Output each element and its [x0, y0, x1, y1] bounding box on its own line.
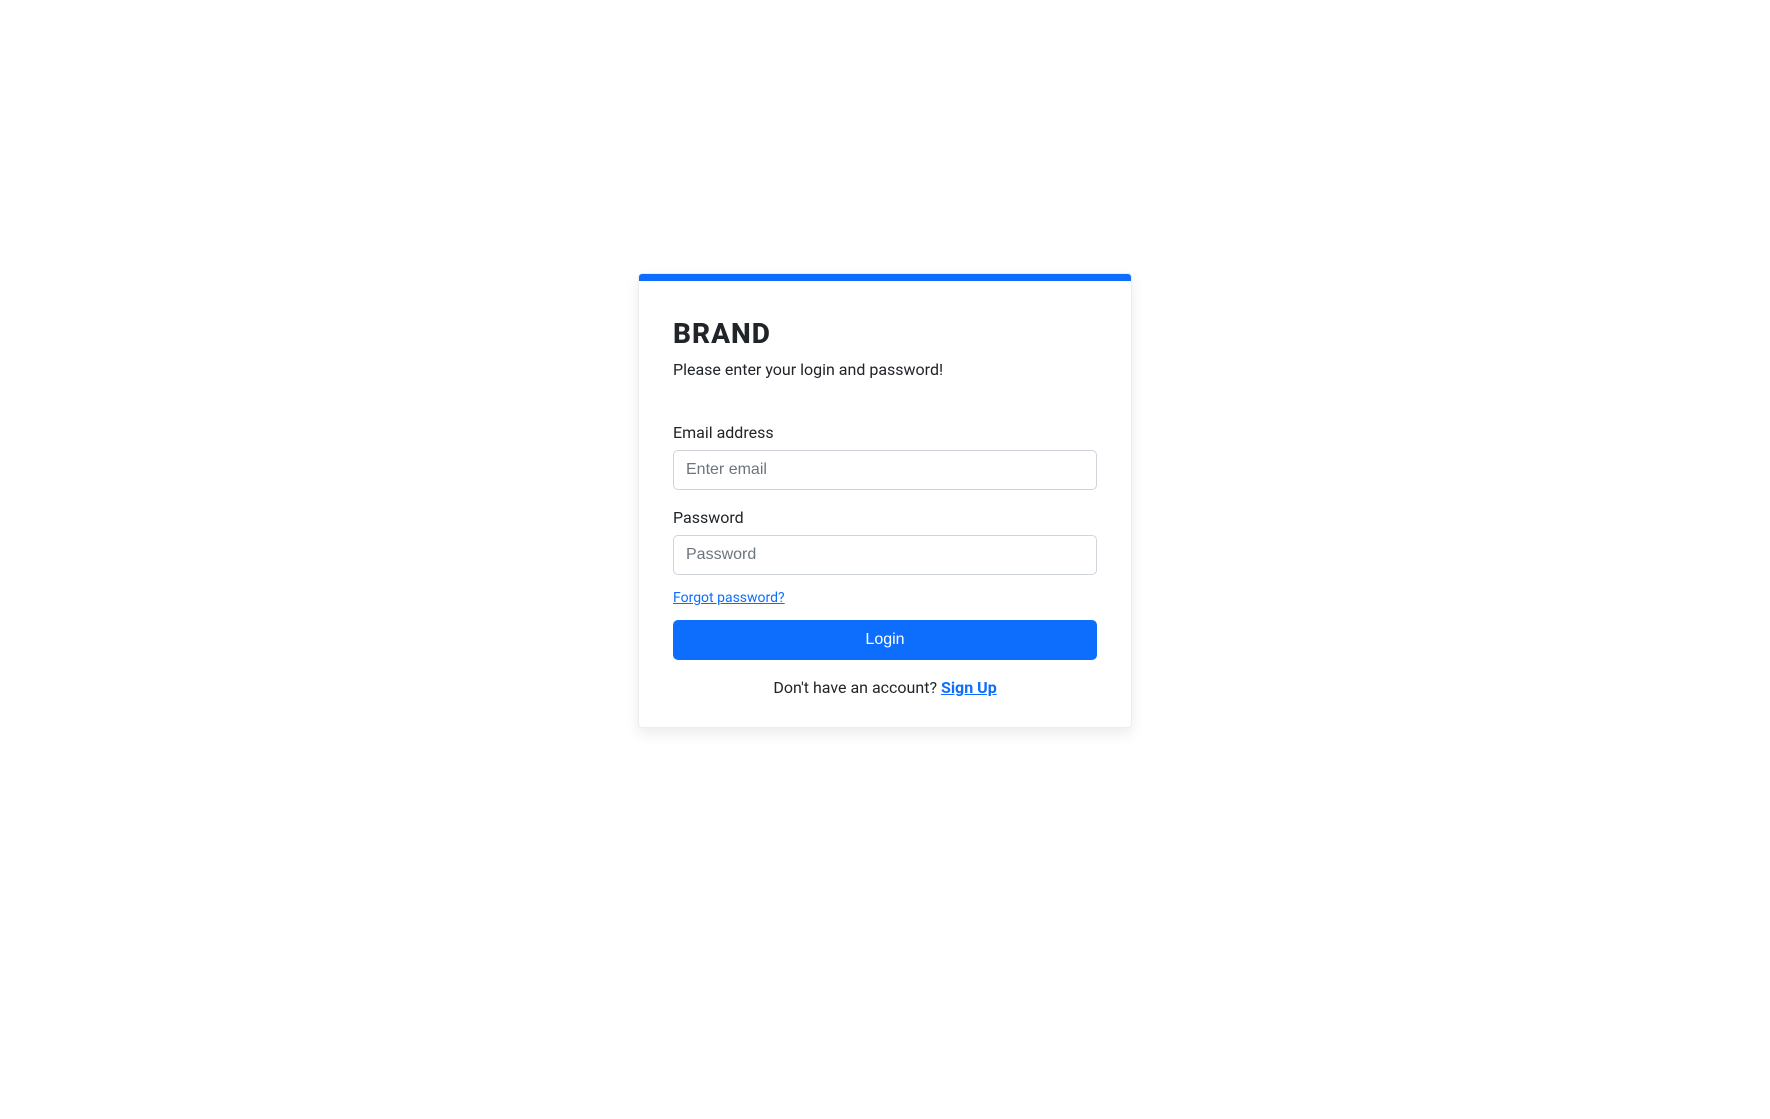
password-label: Password: [673, 508, 1097, 527]
password-input[interactable]: [673, 535, 1097, 575]
forgot-password-link[interactable]: Forgot password?: [673, 590, 785, 606]
password-group: Password: [673, 508, 1097, 575]
login-card: BRAND Please enter your login and passwo…: [638, 273, 1132, 728]
subtitle: Please enter your login and password!: [673, 360, 1097, 379]
accent-bar: [639, 274, 1131, 281]
brand-title: BRAND: [673, 317, 1097, 350]
login-button[interactable]: Login: [673, 620, 1097, 660]
card-body: BRAND Please enter your login and passwo…: [639, 281, 1131, 727]
email-label: Email address: [673, 423, 1097, 442]
email-input[interactable]: [673, 450, 1097, 490]
signup-link[interactable]: Sign Up: [941, 678, 997, 697]
signup-prompt: Don't have an account?: [773, 678, 941, 697]
email-group: Email address: [673, 423, 1097, 490]
signup-row: Don't have an account? Sign Up: [673, 678, 1097, 697]
